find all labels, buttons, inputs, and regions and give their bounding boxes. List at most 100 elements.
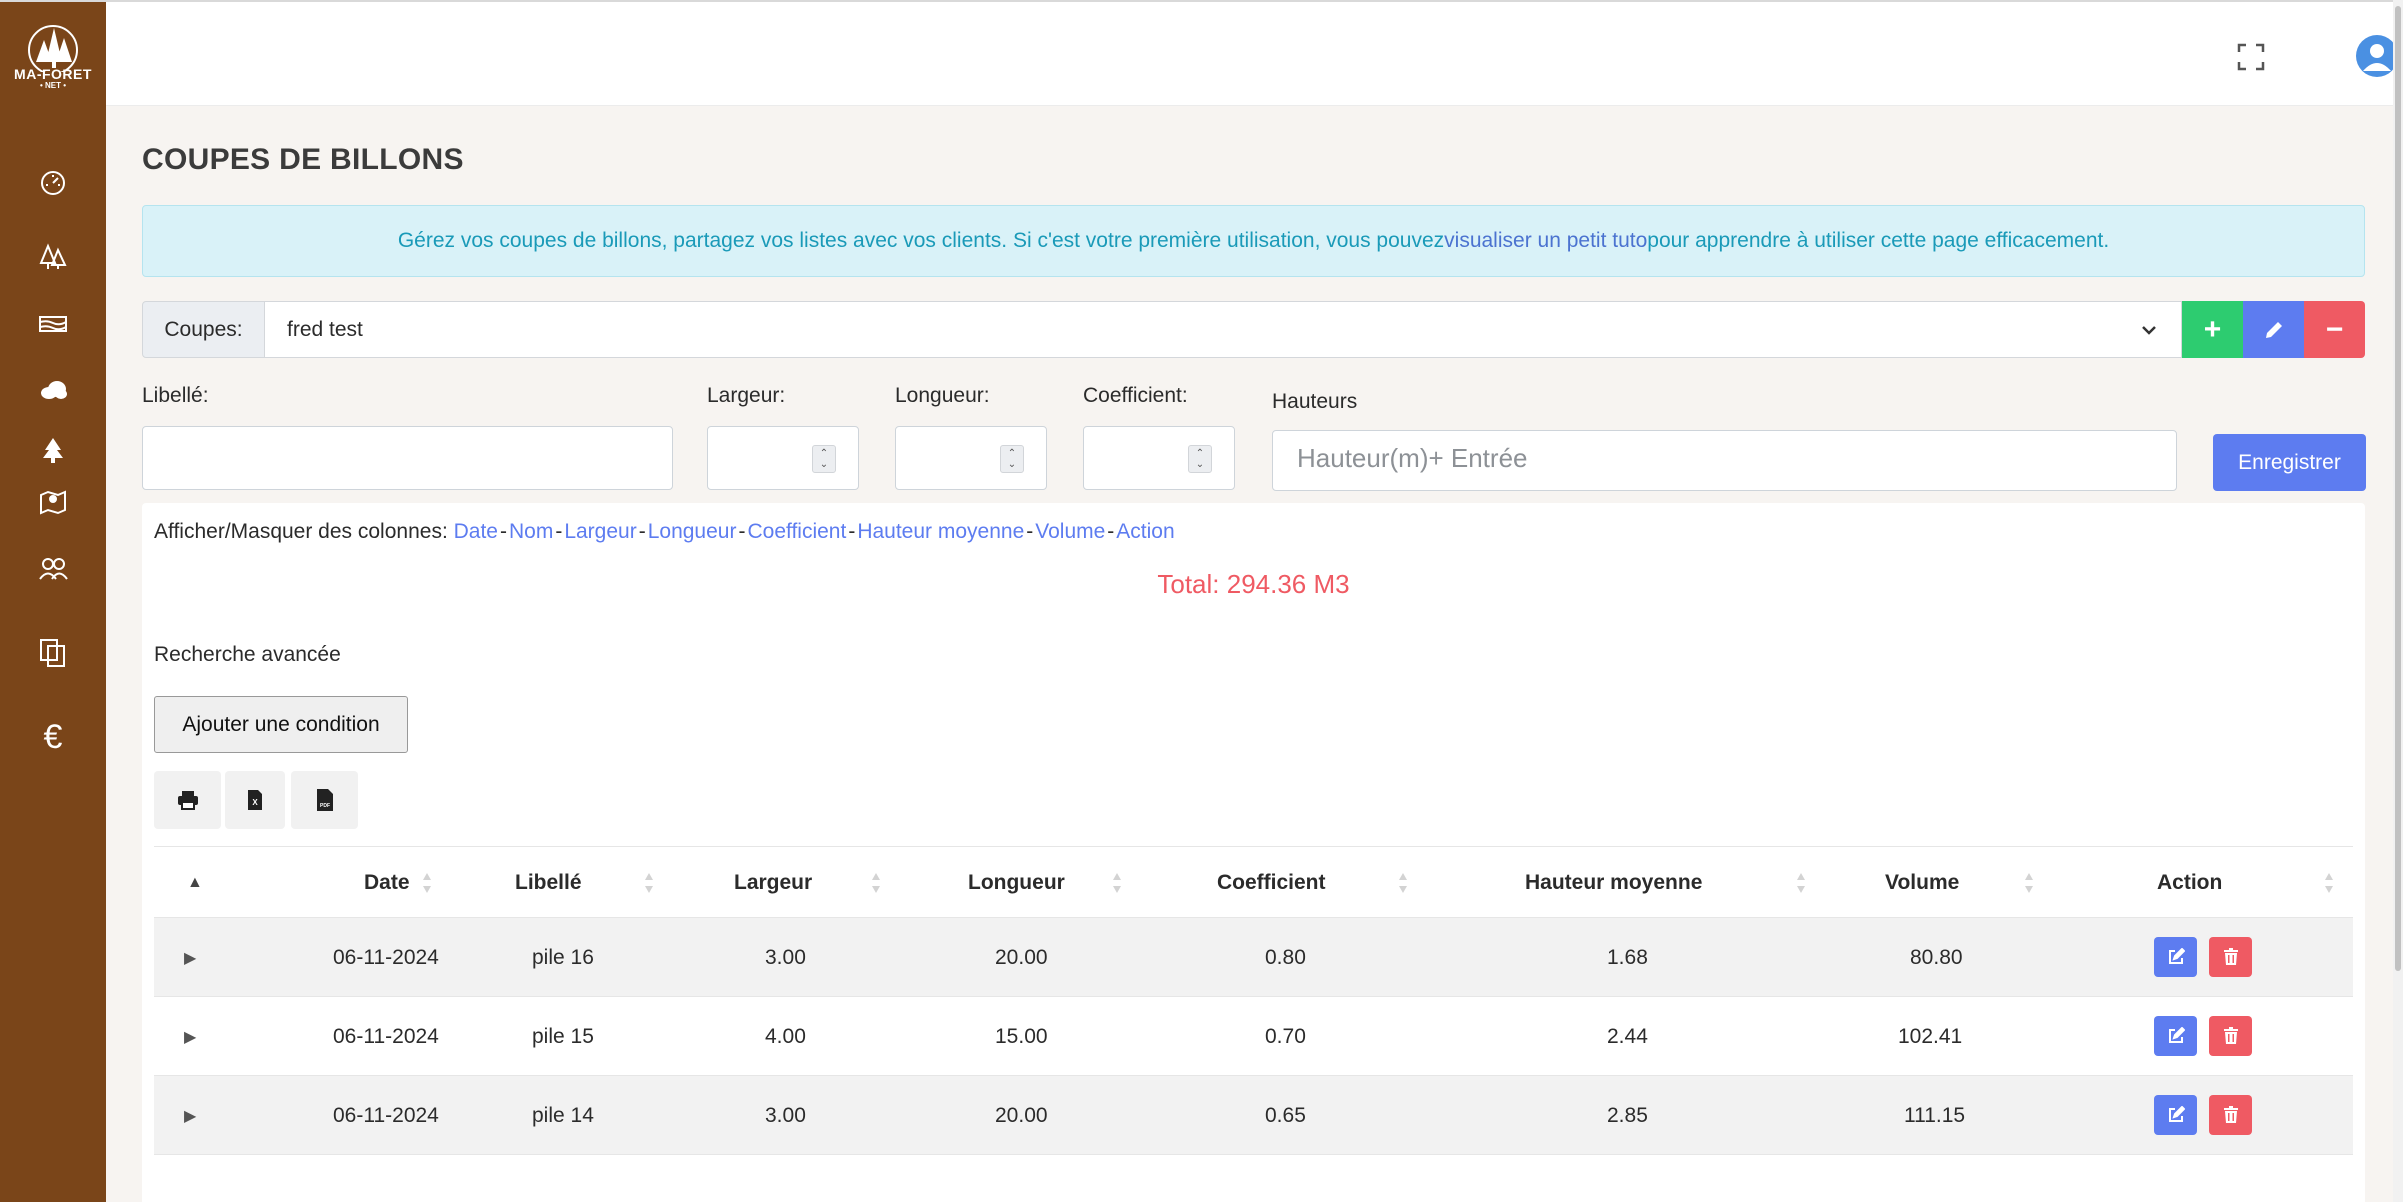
wood-log-icon[interactable] xyxy=(34,305,72,343)
cell-largeur: 3.00 xyxy=(765,945,806,969)
map-marker-icon[interactable] xyxy=(34,482,72,520)
sort-icon[interactable] xyxy=(422,871,432,895)
col-coefficient[interactable]: Coefficient xyxy=(1217,847,1326,919)
add-coupe-button[interactable]: + xyxy=(2182,301,2243,358)
info-text-after: pour apprendre à utiliser cette page eff… xyxy=(1647,229,2110,252)
chevron-down-icon xyxy=(2142,326,2156,335)
pdf-export-button[interactable]: PDF xyxy=(291,771,358,829)
sort-icon[interactable] xyxy=(1796,871,1806,895)
toggle-date[interactable]: Date xyxy=(454,520,498,543)
cell-longueur: 20.00 xyxy=(995,945,1048,969)
sort-icon[interactable] xyxy=(2024,871,2034,895)
hauteurs-input[interactable]: Hauteur(m)+ Entrée xyxy=(1272,430,2177,491)
scrollbar-thumb[interactable] xyxy=(2395,6,2401,971)
add-condition-button[interactable]: Ajouter une condition xyxy=(154,696,408,753)
info-text-before: Gérez vos coupes de billons, partagez vo… xyxy=(397,229,1445,252)
delete-row-button[interactable] xyxy=(2209,937,2252,977)
toggle-action[interactable]: Action xyxy=(1116,520,1174,543)
copy-icon[interactable] xyxy=(34,634,72,672)
excel-export-button[interactable]: X xyxy=(225,771,285,829)
largeur-input[interactable]: ⌃ ⌄ xyxy=(707,426,859,490)
delete-row-button[interactable] xyxy=(2209,1016,2252,1056)
col-largeur[interactable]: Largeur xyxy=(734,847,812,919)
largeur-spinner-icon[interactable]: ⌃ ⌄ xyxy=(812,445,836,473)
edit-icon xyxy=(2168,1027,2185,1043)
longueur-label: Longueur: xyxy=(895,384,990,407)
edit-row-button[interactable] xyxy=(2154,937,2197,977)
table-row[interactable]: ▶ 06-11-2024 pile 15 4.00 15.00 0.70 2.4… xyxy=(154,997,2353,1076)
save-button[interactable]: Enregistrer xyxy=(2213,434,2366,491)
coefficient-input[interactable]: ⌃ ⌄ xyxy=(1083,426,1235,490)
cell-hauteur-moyenne: 2.44 xyxy=(1607,1024,1648,1048)
trees-icon[interactable] xyxy=(34,238,72,276)
trash-icon xyxy=(2223,1106,2238,1123)
cloud-icon[interactable] xyxy=(34,371,72,409)
logo-text: MA-FORET xyxy=(14,66,92,82)
toggle-hauteur-moyenne[interactable]: Hauteur moyenne xyxy=(857,520,1024,543)
sort-icon[interactable] xyxy=(871,871,881,895)
cell-hauteur-moyenne: 2.85 xyxy=(1607,1103,1648,1127)
table-row[interactable]: ▶ 06-11-2024 pile 16 3.00 20.00 0.80 1.6… xyxy=(154,918,2353,997)
sort-icon[interactable] xyxy=(1112,871,1122,895)
sort-icon[interactable] xyxy=(644,871,654,895)
expand-row-icon[interactable]: ▶ xyxy=(184,1076,196,1155)
longueur-spinner-icon[interactable]: ⌃ ⌄ xyxy=(1000,445,1024,473)
expand-row-icon[interactable]: ▶ xyxy=(184,997,196,1076)
delete-row-button[interactable] xyxy=(2209,1095,2252,1135)
user-avatar-icon[interactable] xyxy=(2356,35,2398,77)
toggle-largeur[interactable]: Largeur xyxy=(564,520,636,543)
fullscreen-icon[interactable] xyxy=(2236,42,2266,72)
delete-coupe-button[interactable]: − xyxy=(2304,301,2365,358)
toggle-nom[interactable]: Nom xyxy=(509,520,553,543)
col-hauteur-moyenne[interactable]: Hauteur moyenne xyxy=(1525,847,1702,919)
page-scrollbar[interactable] xyxy=(2393,0,2403,1202)
cell-date: 06-11-2024 xyxy=(333,1024,439,1048)
euro-glyph: € xyxy=(43,717,63,756)
coupes-selector-row: Coupes: fred test + − xyxy=(142,301,2365,358)
table-row[interactable]: ▶ 06-11-2024 pile 14 3.00 20.00 0.65 2.8… xyxy=(154,1076,2353,1155)
results-card: Afficher/Masquer des colonnes: Date-Nom-… xyxy=(142,503,2365,1202)
expand-row-icon[interactable]: ▶ xyxy=(184,918,196,997)
coupes-selected-value: fred test xyxy=(287,317,363,341)
svg-text:PDF: PDF xyxy=(320,803,330,809)
brand-logo[interactable]: MA-FORET • NET • xyxy=(12,22,94,96)
coupes-select[interactable]: fred test xyxy=(265,301,2182,358)
cell-longueur: 20.00 xyxy=(995,1103,1048,1127)
cell-volume: 102.41 xyxy=(1898,1024,1963,1048)
columns-toggle: Afficher/Masquer des colonnes: Date-Nom-… xyxy=(154,520,1175,543)
coupes-label: Coupes: xyxy=(142,301,265,358)
edit-coupe-button[interactable] xyxy=(2243,301,2304,358)
edit-row-button[interactable] xyxy=(2154,1016,2197,1056)
coefficient-spinner-icon[interactable]: ⌃ ⌄ xyxy=(1188,445,1212,473)
dashboard-gauge-icon[interactable] xyxy=(34,163,72,201)
col-action[interactable]: Action xyxy=(2157,847,2222,919)
libelle-input[interactable] xyxy=(142,426,673,490)
cell-volume: 80.80 xyxy=(1910,945,1963,969)
tree-icon[interactable] xyxy=(34,431,72,469)
logo-subtext: • NET • xyxy=(39,81,67,90)
top-bar xyxy=(106,0,2403,106)
col-date[interactable]: Date xyxy=(364,847,410,919)
expand-sort-header[interactable]: ▲ xyxy=(187,847,203,919)
trash-icon xyxy=(2223,1027,2238,1044)
print-button[interactable] xyxy=(154,771,221,829)
hauteurs-placeholder: Hauteur(m)+ Entrée xyxy=(1297,443,1528,473)
sort-icon[interactable] xyxy=(2324,871,2334,895)
sort-icon[interactable] xyxy=(1398,871,1408,895)
pencil-icon xyxy=(2265,321,2282,338)
col-longueur[interactable]: Longueur xyxy=(968,847,1065,919)
tutorial-link[interactable]: visualiser un petit tuto xyxy=(1444,229,1647,253)
largeur-label: Largeur: xyxy=(707,384,786,407)
euro-icon[interactable]: € xyxy=(34,718,72,756)
toggle-longueur[interactable]: Longueur xyxy=(648,520,737,543)
col-libelle[interactable]: Libellé xyxy=(515,847,582,919)
longueur-input[interactable]: ⌃ ⌄ xyxy=(895,426,1047,490)
col-volume[interactable]: Volume xyxy=(1885,847,1959,919)
columns-toggle-label: Afficher/Masquer des colonnes: xyxy=(154,520,448,543)
toggle-coefficient[interactable]: Coefficient xyxy=(747,520,846,543)
hauteurs-label: Hauteurs xyxy=(1272,390,1358,413)
excel-file-icon: X xyxy=(248,790,262,810)
users-icon[interactable] xyxy=(34,550,72,588)
edit-row-button[interactable] xyxy=(2154,1095,2197,1135)
toggle-volume[interactable]: Volume xyxy=(1035,520,1105,543)
